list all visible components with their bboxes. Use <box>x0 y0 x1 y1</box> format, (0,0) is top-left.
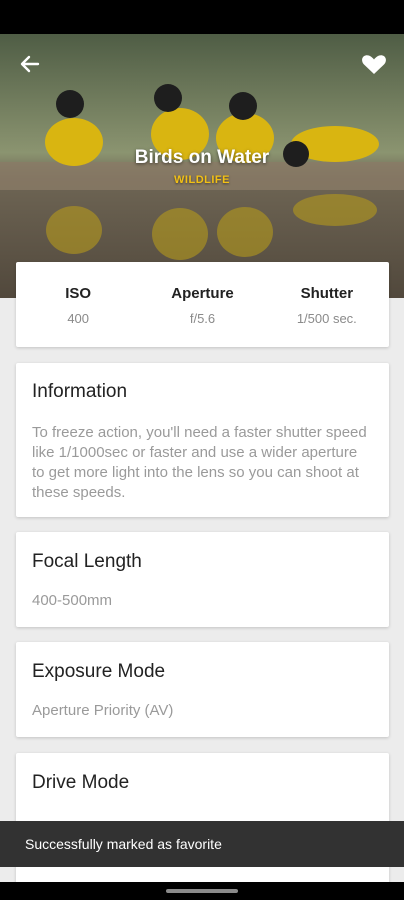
setting-label: Shutter <box>300 285 354 302</box>
arrow-left-icon <box>20 55 40 73</box>
setting-label: Aperture <box>171 285 234 302</box>
camera-settings-card: ISO 400 Aperture f/5.6 Shutter 1/500 sec… <box>16 262 389 347</box>
information-card: Information To freeze action, you'll nee… <box>16 363 389 517</box>
information-body: To freeze action, you'll need a faster s… <box>32 424 367 501</box>
exposure-mode-card: Exposure Mode Aperture Priority (AV) <box>16 642 389 737</box>
setting-value: 1/500 sec. <box>296 311 357 326</box>
setting-value: 400 <box>67 311 90 326</box>
hero-photo: Birds on Water WILDLIFE <box>0 34 404 298</box>
photo-category: WILDLIFE <box>174 174 230 186</box>
setting-aperture: Aperture f/5.6 <box>140 262 264 347</box>
exposure-mode-title: Exposure Mode <box>32 661 166 682</box>
setting-iso: ISO 400 <box>16 262 140 347</box>
drive-mode-title: Drive Mode <box>32 772 130 793</box>
focal-length-card: Focal Length 400-500mm <box>16 532 389 627</box>
navigation-bar <box>0 882 404 900</box>
setting-value: f/5.6 <box>189 311 216 326</box>
back-button[interactable] <box>14 48 46 80</box>
focal-length-title: Focal Length <box>32 551 142 572</box>
setting-label: ISO <box>65 285 92 302</box>
information-title: Information <box>32 381 128 402</box>
snackbar: Successfully marked as favorite <box>0 821 404 867</box>
heart-icon <box>362 55 386 74</box>
setting-shutter: Shutter 1/500 sec. <box>265 262 389 347</box>
exposure-mode-value: Aperture Priority (AV) <box>32 702 174 719</box>
home-handle[interactable] <box>166 889 238 893</box>
snackbar-message: Successfully marked as favorite <box>25 836 222 852</box>
favorite-button[interactable] <box>358 48 390 80</box>
photo-title: Birds on Water <box>134 147 270 168</box>
focal-length-value: 400-500mm <box>32 592 113 609</box>
status-bar <box>0 0 404 34</box>
